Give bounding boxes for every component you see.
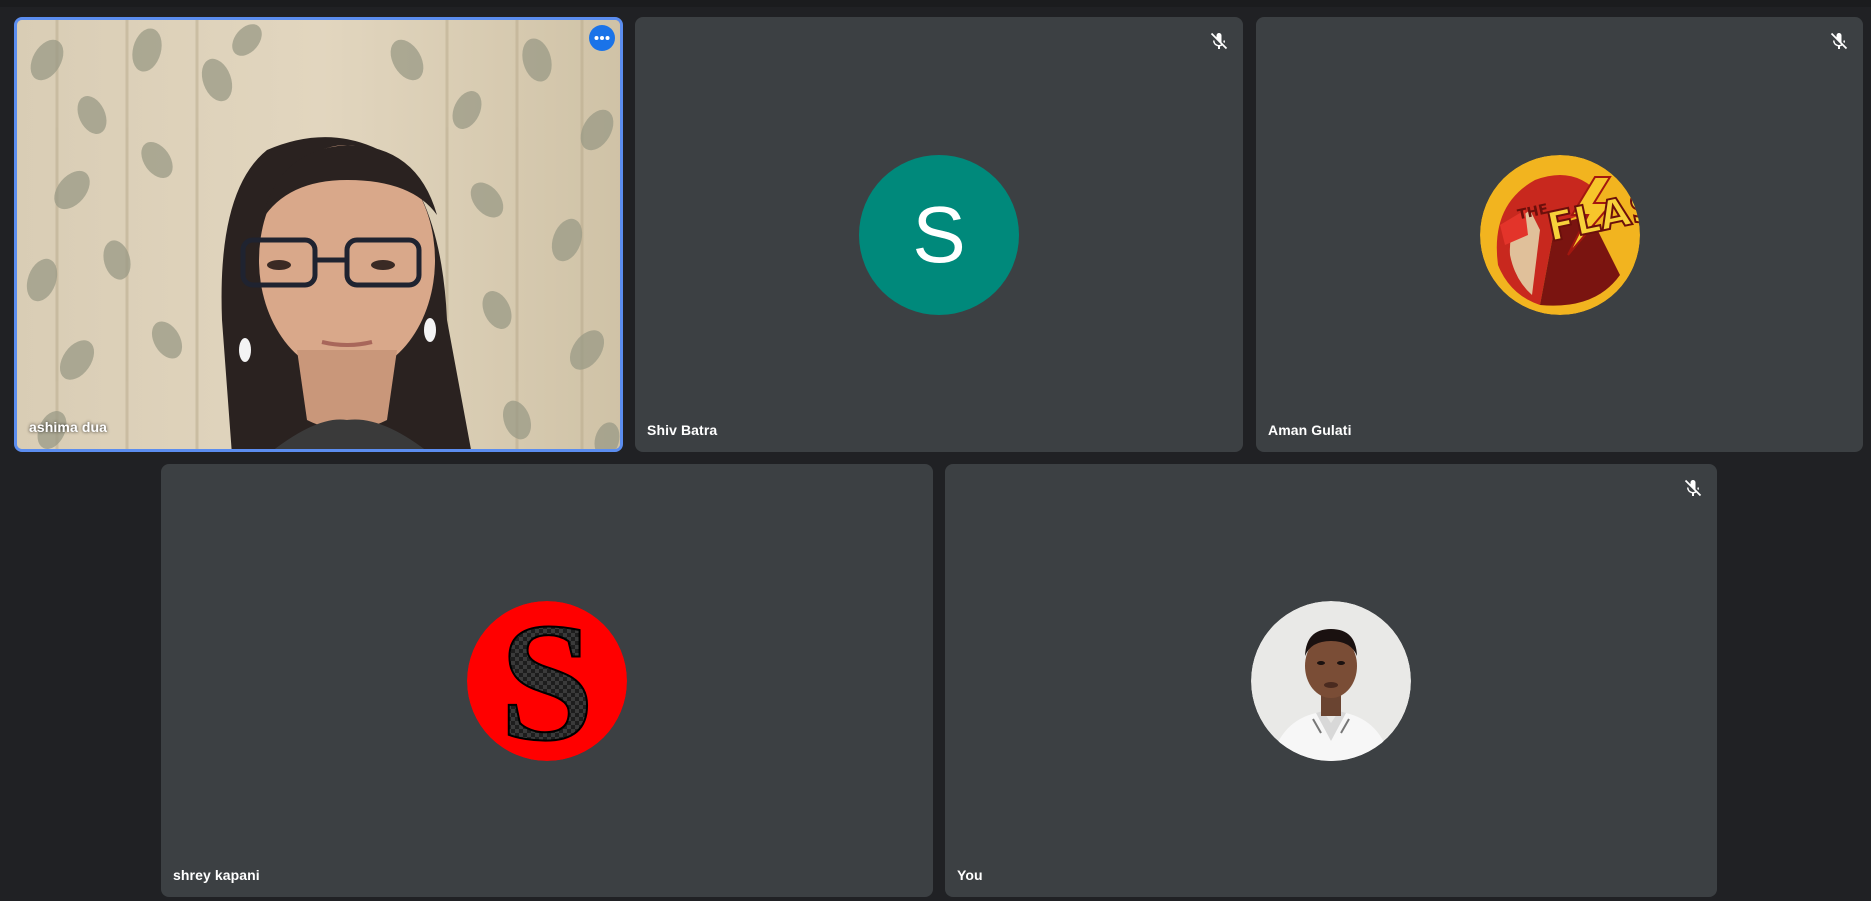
top-strip	[0, 0, 1871, 7]
profile-photo-avatar	[1251, 600, 1411, 761]
mic-off-icon	[1684, 479, 1702, 497]
more-options-button[interactable]	[589, 25, 615, 51]
participant-tile-shrey-kapani[interactable]: S shrey kapani	[161, 464, 933, 897]
participant-name: shrey kapani	[173, 867, 260, 883]
svg-text:S: S	[500, 601, 595, 761]
mic-off-icon	[1210, 32, 1228, 50]
participant-name: ashima dua	[29, 419, 108, 435]
red-s-logo-avatar: S	[467, 600, 627, 761]
participant-name: Aman Gulati	[1268, 422, 1352, 438]
participant-tile-ashima-dua[interactable]: ashima dua	[14, 17, 623, 452]
participant-name: You	[957, 867, 983, 883]
participant-name: Shiv Batra	[647, 422, 718, 438]
participant-tile-shiv-batra[interactable]: S Shiv Batra	[635, 17, 1243, 452]
the-flash-avatar: FLASH THE	[1479, 154, 1640, 315]
avatar: S	[859, 154, 1019, 315]
more-horiz-icon	[594, 36, 610, 40]
participant-video	[17, 20, 620, 449]
mic-off-icon	[1830, 32, 1848, 50]
participant-tile-you[interactable]: You	[945, 464, 1717, 897]
participant-tile-aman-gulati[interactable]: FLASH THE Aman Gulati	[1256, 17, 1863, 452]
